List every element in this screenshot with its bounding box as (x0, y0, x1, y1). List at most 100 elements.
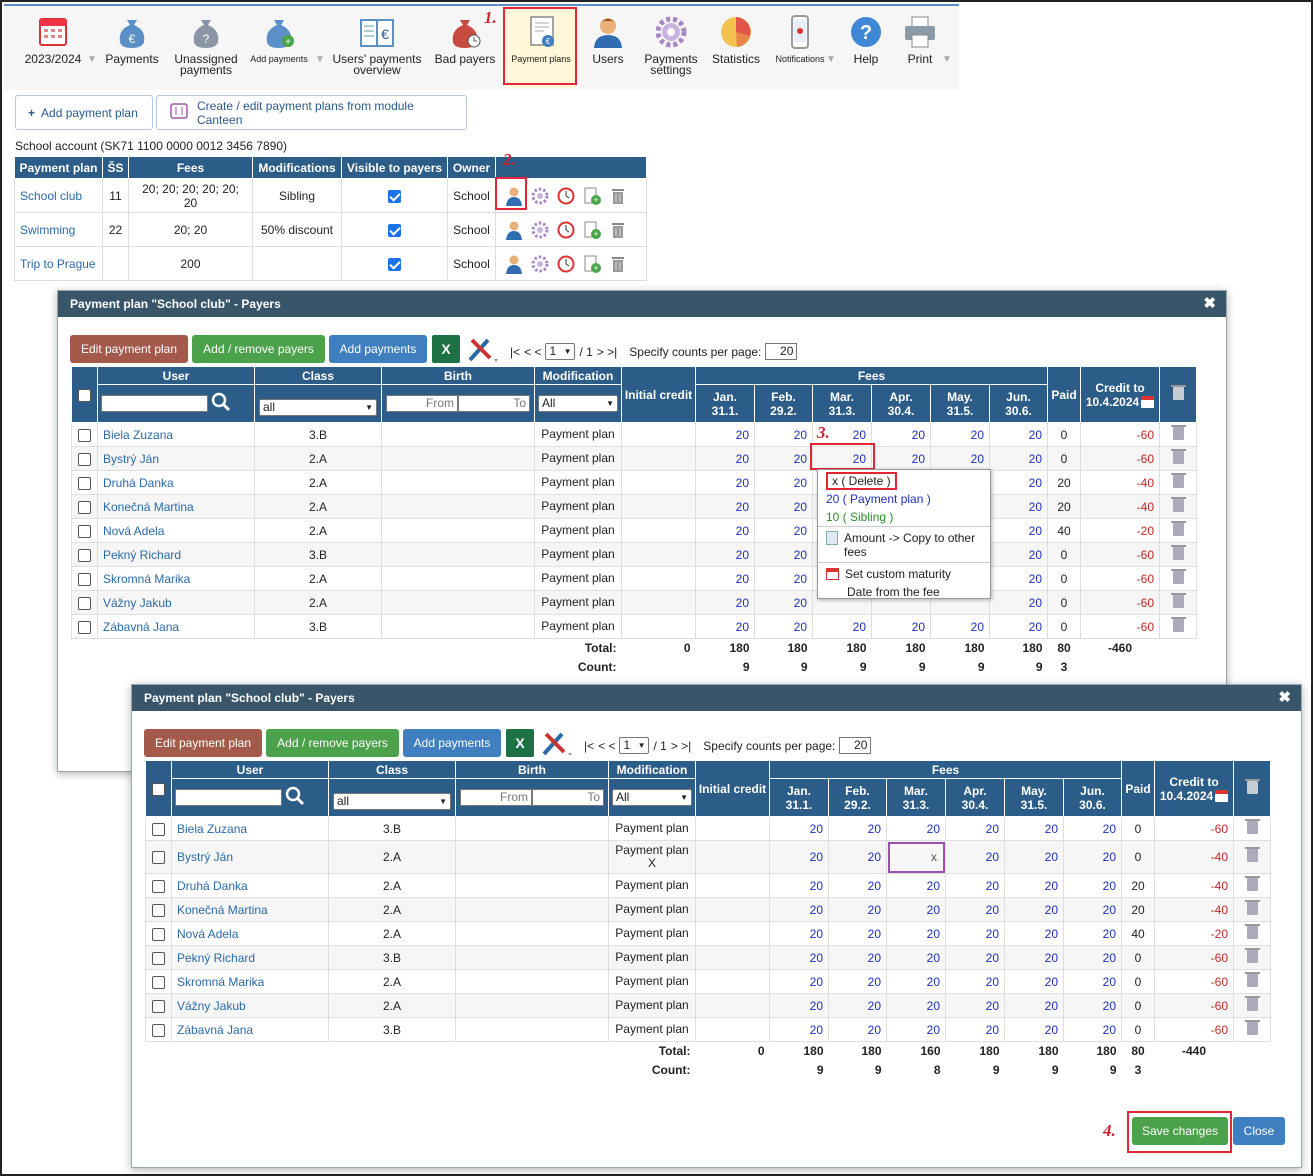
fee-cell[interactable]: 20 (886, 1017, 946, 1042)
trash-icon[interactable] (1244, 1019, 1260, 1035)
page-select[interactable]: 1 ▼ (619, 737, 650, 754)
fee-cell[interactable]: 20 (1062, 1017, 1123, 1042)
toolbar-users-overview[interactable]: € Users' payments overview (330, 14, 424, 76)
fee-cell[interactable]: 20 (886, 873, 946, 898)
trash-icon[interactable] (1244, 818, 1260, 834)
close-button[interactable]: Close (1233, 1117, 1285, 1145)
row-checkbox[interactable] (152, 879, 165, 893)
payer-name-link[interactable]: Bystrý Ján (171, 840, 329, 874)
fee-cell[interactable]: 20 (1004, 945, 1064, 970)
toolbar-print[interactable]: Print (900, 14, 940, 65)
trash-icon[interactable] (1244, 923, 1260, 939)
payers-user-icon[interactable] (504, 220, 524, 240)
toolbar-statistics[interactable]: Statistics (708, 14, 764, 65)
copy-plan-icon[interactable]: + (582, 254, 602, 274)
fee-cell[interactable]: 20 (1004, 993, 1064, 1018)
fee-cell[interactable]: 20 (828, 945, 887, 970)
fee-cell[interactable]: 20 (871, 446, 931, 471)
user-search-input[interactable] (175, 789, 282, 806)
fee-cell[interactable]: 20 (769, 873, 829, 898)
fee-cell[interactable]: 20 (754, 446, 813, 471)
fee-cell[interactable]: 20 (945, 993, 1005, 1018)
tools-icon[interactable] (540, 728, 574, 756)
fee-cell[interactable]: 20 (695, 422, 755, 447)
calendar-icon[interactable] (1215, 790, 1229, 803)
row-checkbox[interactable] (152, 822, 165, 836)
payer-name-link[interactable]: Skromná Marika (97, 566, 255, 591)
chevron-down-icon[interactable]: ▼ (315, 54, 325, 65)
fee-cell[interactable]: 20 (886, 993, 946, 1018)
trash-icon[interactable] (608, 254, 628, 274)
trash-icon[interactable] (1244, 899, 1260, 915)
trash-icon[interactable] (1244, 947, 1260, 963)
trash-icon[interactable] (608, 220, 628, 240)
fee-cell[interactable]: 20 (945, 840, 1005, 874)
payer-name-link[interactable]: Nová Adela (97, 518, 255, 543)
fee-cell[interactable]: 20 (828, 840, 887, 874)
fee-cell[interactable]: 20 (769, 993, 829, 1018)
payer-name-link[interactable]: Druhá Danka (97, 470, 255, 495)
fee-cell[interactable]: 20 (769, 921, 829, 946)
row-checkbox[interactable] (152, 1023, 165, 1037)
fee-cell[interactable]: 20 (945, 816, 1005, 841)
payer-name-link[interactable]: Konečná Martina (171, 897, 329, 922)
toolbar-payments-settings[interactable]: Payments settings (640, 14, 702, 76)
fee-cell[interactable]: 20 (988, 566, 1049, 591)
next-page-button[interactable]: > >| (597, 345, 617, 359)
fee-cell[interactable]: 20 (1062, 945, 1123, 970)
fee-cell[interactable]: 20 (988, 446, 1049, 471)
row-checkbox[interactable] (78, 620, 91, 634)
date-from-fee-option[interactable]: Date from the fee (818, 583, 990, 601)
prev-page-button[interactable]: < < (524, 345, 541, 359)
visible-checkbox[interactable] (388, 189, 401, 203)
history-clock-icon[interactable] (556, 220, 576, 240)
payer-name-link[interactable]: Pekný Richard (171, 945, 329, 970)
fee-cell[interactable]: 20 (945, 921, 1005, 946)
trash-icon[interactable] (1244, 875, 1260, 891)
select-all-checkbox[interactable] (152, 782, 165, 796)
fee-cell[interactable]: 20 (886, 816, 946, 841)
fee-cell[interactable]: 20 (769, 945, 829, 970)
fee-cell[interactable]: 20 (988, 470, 1049, 495)
prev-page-button[interactable]: < < (598, 739, 615, 753)
plan-name-link[interactable]: Trip to Prague (14, 246, 103, 281)
fee-cell[interactable]: 20 (828, 873, 887, 898)
add-payments-button[interactable]: Add payments (329, 335, 427, 363)
fee-cell[interactable]: 20 (695, 542, 755, 567)
fee-cell[interactable]: 20 (828, 993, 887, 1018)
trash-icon[interactable] (1170, 592, 1186, 608)
payer-name-link[interactable]: Bystrý Ján (97, 446, 255, 471)
toolbar-unassigned[interactable]: ? Unassigned payments (169, 14, 243, 76)
row-checkbox[interactable] (78, 476, 91, 490)
trash-icon[interactable] (1170, 568, 1186, 584)
fee-cell[interactable]: 20 (695, 446, 755, 471)
fee-cell[interactable]: 20 (988, 494, 1049, 519)
trash-icon[interactable] (1170, 520, 1186, 536)
fee-cell[interactable]: 20 (886, 945, 946, 970)
school-year-selector[interactable]: 2023/2024 (22, 14, 84, 65)
fee-cell[interactable]: 20 (695, 494, 755, 519)
trash-icon[interactable] (1170, 496, 1186, 512)
fee-cell[interactable]: 20 (754, 518, 813, 543)
payment-plan-amount-option[interactable]: 20 ( Payment plan ) (818, 490, 990, 508)
fee-cell[interactable]: 20 (812, 614, 872, 639)
counts-per-page-input[interactable]: 20 (839, 737, 872, 754)
row-checkbox[interactable] (152, 999, 165, 1013)
birth-to-input[interactable]: To (532, 789, 604, 806)
fee-cell[interactable]: 20 (695, 518, 755, 543)
add-payments-button[interactable]: Add payments (403, 729, 501, 757)
fee-cell[interactable]: 20 (1004, 921, 1064, 946)
excel-export-icon[interactable]: X (506, 729, 534, 757)
sibling-amount-option[interactable]: 10 ( Sibling ) (818, 508, 990, 526)
toolbar-help[interactable]: ? Help (846, 14, 886, 65)
payer-name-link[interactable]: Skromná Marika (171, 969, 329, 994)
fee-cell[interactable]: 20 (695, 470, 755, 495)
trash-icon[interactable] (1244, 971, 1260, 987)
row-checkbox[interactable] (78, 500, 91, 514)
fee-cell[interactable]: 20 (828, 921, 887, 946)
payer-name-link[interactable]: Zábavná Jana (97, 614, 255, 639)
birth-from-input[interactable]: From (386, 395, 458, 412)
row-checkbox[interactable] (152, 927, 165, 941)
visible-checkbox[interactable] (388, 257, 401, 271)
fee-cell[interactable]: 20 (930, 614, 990, 639)
